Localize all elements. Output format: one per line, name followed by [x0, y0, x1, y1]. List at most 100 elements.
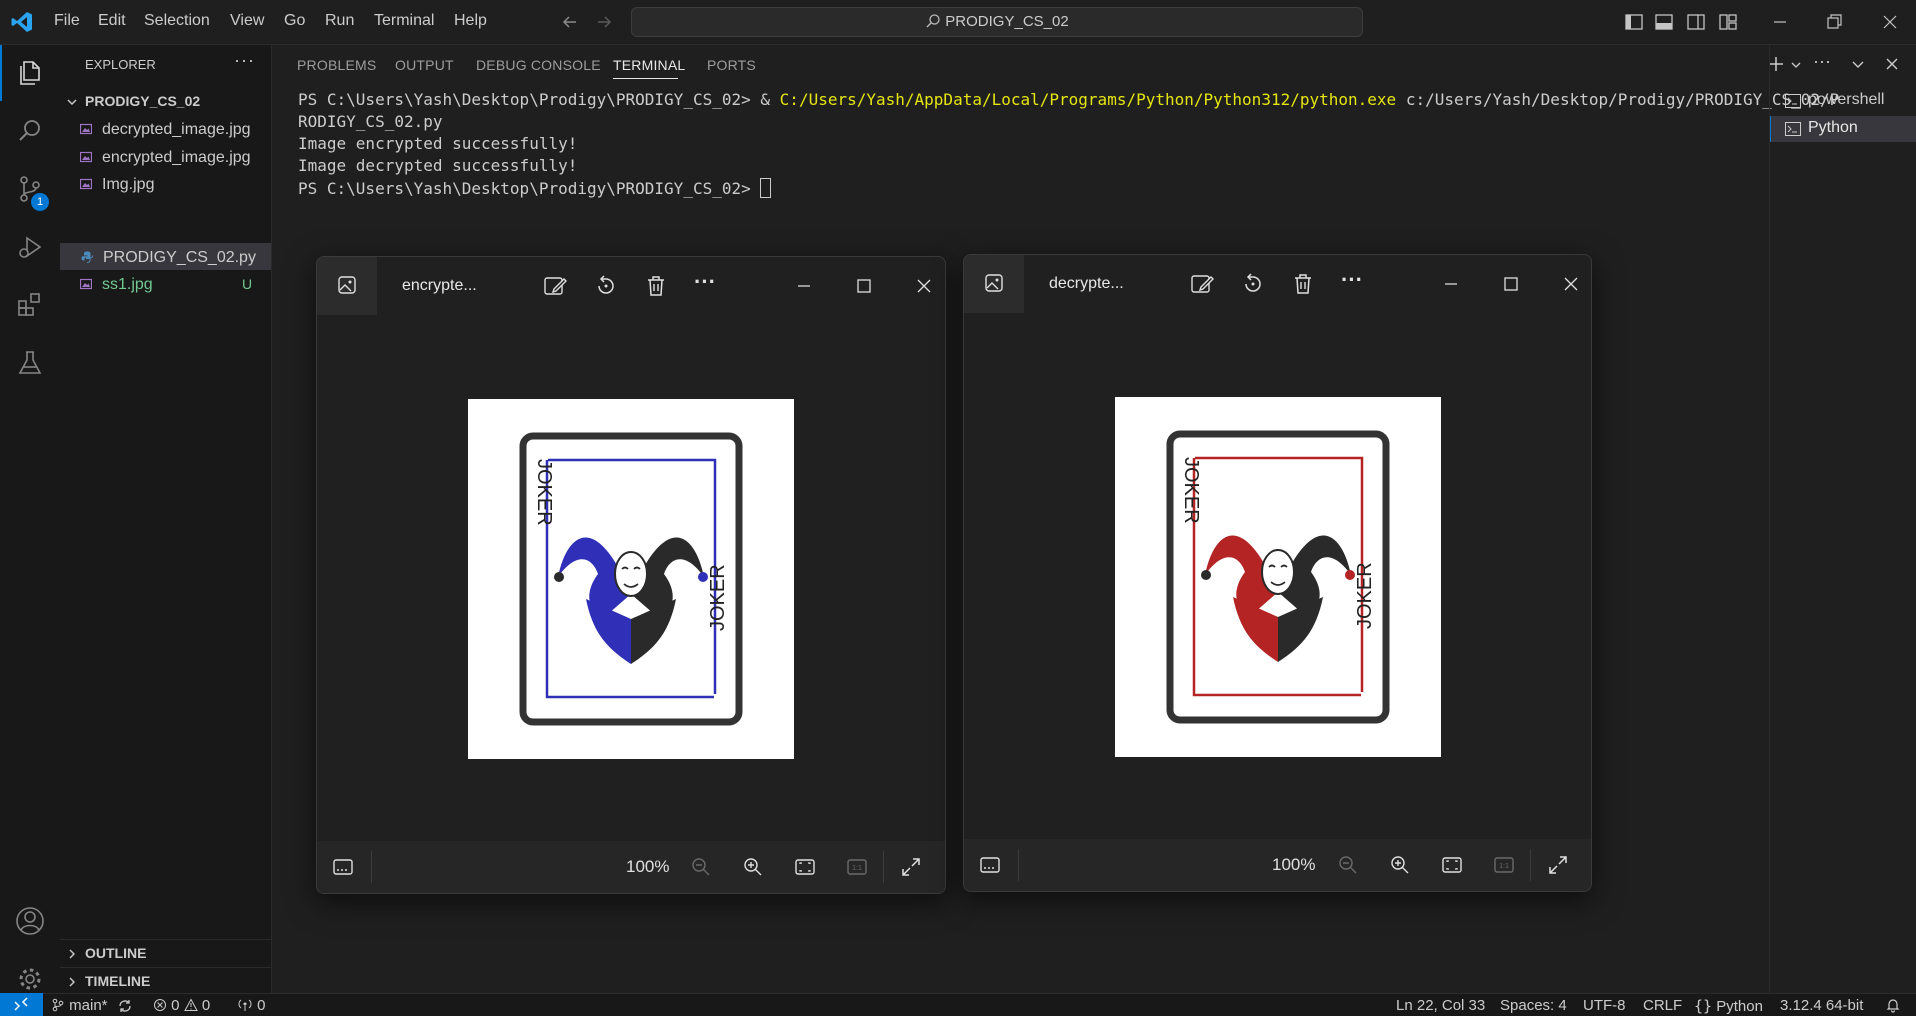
file-label: PRODIGY_CS_02.py	[103, 249, 256, 266]
terminal-line-5[interactable]: PS C:\Users\Yash\Desktop\Prodigy\PRODIGY…	[298, 178, 772, 198]
filmstrip-icon[interactable]	[978, 853, 1002, 877]
bell-icon[interactable]	[1885, 997, 1901, 1013]
zoom-out-icon[interactable]	[1336, 853, 1360, 877]
folder-prodigy-cs-02[interactable]: PRODIGY_CS_02	[60, 88, 271, 115]
filmstrip-icon[interactable]	[331, 855, 355, 879]
zoom-out-icon[interactable]	[689, 855, 713, 879]
terminal-amp: &	[760, 90, 771, 109]
maximize-icon[interactable]	[1498, 271, 1524, 297]
file-prodigy-cs-02-py[interactable]: PRODIGY_CS_02.py	[60, 243, 271, 270]
menu-view[interactable]: View	[230, 12, 264, 30]
customize-layout-icon[interactable]	[1718, 12, 1738, 32]
close-icon[interactable]	[1558, 271, 1584, 297]
minimize-icon[interactable]	[791, 273, 817, 299]
toggle-primary-sidebar-icon[interactable]	[1624, 12, 1644, 32]
file-img[interactable]: Img.jpg	[60, 171, 271, 198]
photo-footer: 100% 1:1	[317, 841, 945, 893]
terminal-icon	[1785, 122, 1801, 136]
command-center[interactable]: PRODIGY_CS_02	[631, 7, 1363, 37]
tab-terminal[interactable]: TERMINAL	[613, 57, 685, 73]
file-decrypted-image[interactable]: decrypted_image.jpg	[60, 116, 271, 143]
card-word-bottom: JOKER	[707, 564, 729, 631]
zoom-in-icon[interactable]	[741, 855, 765, 879]
file-label: ss1.jpg	[102, 276, 153, 293]
menu-run[interactable]: Run	[325, 12, 354, 30]
full-screen-icon[interactable]	[899, 855, 923, 879]
photos-app-tab[interactable]	[964, 255, 1024, 313]
branch-indicator[interactable]: main*	[51, 997, 108, 1014]
source-control-activity[interactable]: 1	[0, 161, 60, 217]
image-file-icon	[80, 123, 92, 135]
file-label: decrypted_image.jpg	[102, 121, 251, 138]
git-branch-icon	[52, 998, 64, 1012]
run-debug-activity[interactable]	[0, 219, 60, 275]
language-mode[interactable]: {} Python	[1694, 997, 1763, 1015]
minimize-window-icon[interactable]	[1770, 12, 1790, 32]
tab-ports[interactable]: PORTS	[707, 57, 756, 73]
terminal-tab-python[interactable]: Python	[1770, 116, 1916, 142]
fit-to-window-icon[interactable]	[1440, 853, 1464, 877]
close-window-icon[interactable]	[1880, 12, 1900, 32]
untracked-badge: U	[242, 276, 253, 292]
accounts-activity[interactable]	[0, 893, 60, 949]
file-encrypted-image[interactable]: encrypted_image.jpg	[60, 144, 271, 171]
indentation[interactable]: Spaces: 4	[1500, 997, 1567, 1014]
sync-icon[interactable]	[117, 998, 133, 1014]
cursor-position[interactable]: Ln 22, Col 33	[1396, 997, 1485, 1014]
photos-window-decrypted: decrypte... ··· JOKER JOKER 100% 1:1	[963, 254, 1592, 892]
tab-debug-console[interactable]: DEBUG CONSOLE	[476, 57, 601, 73]
delete-icon[interactable]	[1290, 271, 1316, 297]
photos-app-icon	[338, 276, 356, 294]
toggle-secondary-sidebar-icon[interactable]	[1686, 12, 1706, 32]
fit-to-window-icon[interactable]	[793, 855, 817, 879]
edit-image-icon[interactable]	[1189, 271, 1215, 297]
forward-arrow-icon[interactable]	[594, 12, 614, 32]
encoding[interactable]: UTF-8	[1583, 997, 1626, 1014]
testing-activity[interactable]	[0, 335, 60, 391]
more-actions-icon[interactable]: ···	[234, 50, 255, 71]
explorer-activity[interactable]	[0, 45, 60, 101]
menu-selection[interactable]: Selection	[144, 12, 210, 30]
remote-indicator[interactable]	[0, 993, 43, 1016]
menu-file[interactable]: File	[54, 12, 80, 30]
photos-app-tab[interactable]	[317, 257, 377, 315]
extensions-activity[interactable]	[0, 277, 60, 333]
delete-icon[interactable]	[643, 273, 669, 299]
restore-window-icon[interactable]	[1824, 12, 1844, 32]
more-options-icon[interactable]: ···	[1341, 267, 1363, 293]
toggle-panel-icon[interactable]	[1654, 12, 1674, 32]
tab-output[interactable]: OUTPUT	[395, 57, 454, 73]
vscode-logo-icon[interactable]	[10, 10, 34, 34]
error-count: 0	[171, 997, 180, 1014]
folder-label: PRODIGY_CS_02	[85, 93, 201, 109]
search-activity[interactable]	[0, 103, 60, 159]
actual-size-icon[interactable]: 1:1	[1492, 853, 1516, 877]
line-ending[interactable]: CRLF	[1643, 997, 1682, 1014]
menu-help[interactable]: Help	[454, 12, 487, 30]
more-options-icon[interactable]: ···	[694, 269, 716, 295]
menu-go[interactable]: Go	[284, 12, 305, 30]
rotate-icon[interactable]	[593, 273, 619, 299]
minimize-icon[interactable]	[1438, 271, 1464, 297]
file-ss1[interactable]: ss1.jpg U	[60, 271, 271, 298]
close-icon[interactable]	[911, 273, 937, 299]
maximize-icon[interactable]	[851, 273, 877, 299]
full-screen-icon[interactable]	[1546, 853, 1570, 877]
ports-indicator[interactable]: 0	[237, 997, 266, 1014]
back-arrow-icon[interactable]	[560, 12, 580, 32]
rotate-icon[interactable]	[1240, 271, 1266, 297]
timeline-section[interactable]: TIMELINE	[60, 968, 271, 995]
menu-terminal[interactable]: Terminal	[374, 12, 434, 30]
tab-problems[interactable]: PROBLEMS	[297, 57, 376, 73]
menu-edit[interactable]: Edit	[98, 12, 126, 30]
zoom-in-icon[interactable]	[1388, 853, 1412, 877]
terminal-tab-label: powershell	[1808, 91, 1885, 108]
outline-section[interactable]: OUTLINE	[60, 940, 271, 967]
python-interpreter[interactable]: 3.12.4 64-bit	[1780, 997, 1863, 1014]
image-file-icon	[80, 151, 92, 163]
actual-size-icon[interactable]: 1:1	[845, 855, 869, 879]
edit-image-icon[interactable]	[542, 273, 568, 299]
divider	[1530, 849, 1531, 881]
terminal-tab-powershell[interactable]: powershell	[1770, 88, 1916, 114]
problems-indicator[interactable]: 0 0	[153, 997, 210, 1014]
